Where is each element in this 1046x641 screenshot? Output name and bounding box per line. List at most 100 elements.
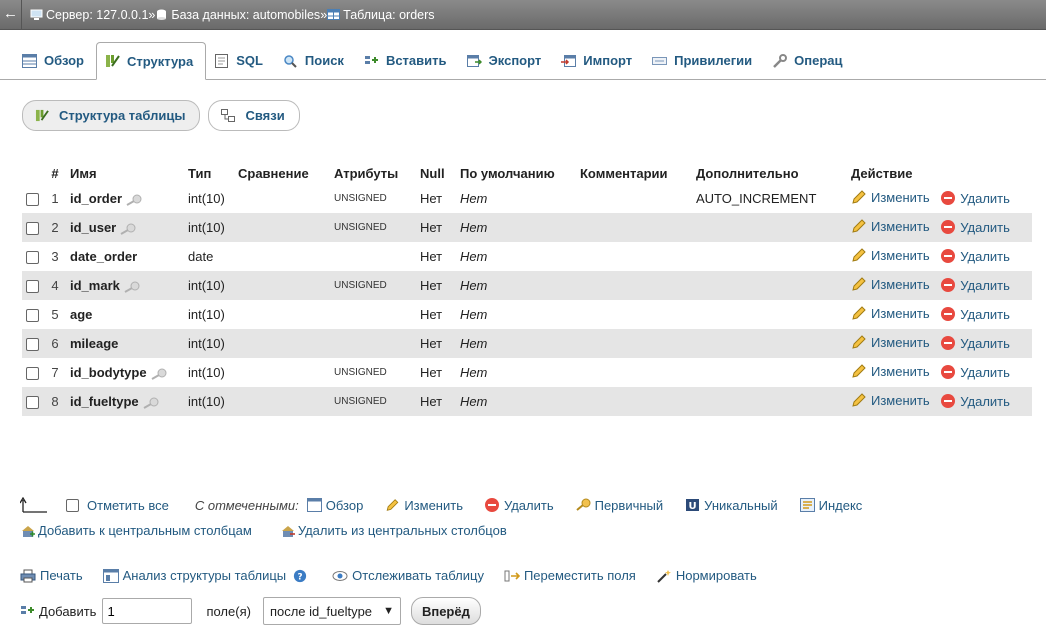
delete-link[interactable]: Удалить [941,336,1010,351]
row-checkbox[interactable] [26,367,39,381]
bulk-browse-button[interactable]: Обзор [306,498,363,513]
check-all-checkbox[interactable] [66,498,79,512]
header-comments[interactable]: Комментарии [576,162,692,184]
header-default[interactable]: По умолчанию [456,162,576,184]
tab-browse[interactable]: Обзор [14,42,96,79]
print-button[interactable]: Печать [20,568,83,583]
tab-operations[interactable]: Операц [764,42,854,79]
tab-search[interactable]: Поиск [275,42,356,79]
edit-label: Изменить [871,276,930,292]
analyze-structure-button[interactable]: Анализ структуры таблицы ? [102,568,313,583]
delete-label: Удалить [960,248,1010,264]
bulk-index-button[interactable]: Индекс [799,498,862,513]
track-table-button[interactable]: Отслеживать таблицу [332,568,484,583]
row-actions: Изменить Удалить [847,271,1032,300]
structure-icon [35,109,49,122]
add-central-columns-button[interactable]: Добавить к центральным столбцам [20,523,252,538]
row-checkbox[interactable] [26,309,39,323]
pencil-icon [386,499,399,511]
column-collation [234,329,330,358]
position-select[interactable]: после id_fueltype ▼ [262,597,401,625]
breadcrumb-server[interactable]: Сервер: 127.0.0.1 [30,8,148,22]
edit-link[interactable]: Изменить [851,392,930,408]
column-type: int(10) [184,387,234,416]
delete-label: Удалить [960,393,1010,409]
tab-export[interactable]: Экспорт [459,42,554,79]
row-checkbox[interactable] [26,280,39,294]
edit-link[interactable]: Изменить [851,305,930,321]
column-count-input[interactable] [102,598,193,624]
tab-structure[interactable]: Структура [96,42,207,80]
back-arrow-icon[interactable]: ← [0,0,22,30]
unique-icon: U [686,499,700,512]
remove-central-columns-button[interactable]: Удалить из центральных столбцов [280,523,507,538]
breadcrumb-database[interactable]: База данных: automobiles [155,8,320,22]
delete-link[interactable]: Удалить [941,191,1010,206]
row-checkbox[interactable] [26,222,39,236]
column-null: Нет [416,271,456,300]
normalize-button[interactable]: Нормировать [656,568,757,583]
breadcrumb-database-label[interactable]: База данных: automobiles [171,8,320,22]
column-name: id_user [70,220,117,235]
tab-insert[interactable]: Вставить [356,42,459,79]
check-all[interactable]: Отметить все [66,498,169,513]
bulk-change-button[interactable]: Изменить [385,498,463,513]
row-number: 7 [51,365,59,380]
row-checkbox[interactable] [26,396,39,410]
row-name-cell: date_order [66,242,184,271]
subtab-relations[interactable]: Связи [208,100,300,131]
header-null[interactable]: Null [416,162,456,184]
delete-link[interactable]: Удалить [941,394,1010,409]
row-actions: Изменить Удалить [847,358,1032,387]
sql-icon [215,53,229,68]
server-icon [30,9,43,20]
chevron-down-icon: ▼ [383,605,394,617]
tab-search-label: Поиск [304,53,344,68]
header-collation[interactable]: Сравнение [234,162,330,184]
delete-link[interactable]: Удалить [941,249,1010,264]
row-number: 6 [44,329,66,358]
bulk-primary-button[interactable]: Первичный [575,498,663,513]
column-comments [576,213,692,242]
edit-link[interactable]: Изменить [851,247,930,263]
row-checkbox[interactable] [26,338,39,352]
bulk-drop-button[interactable]: Удалить [484,498,554,513]
delete-link[interactable]: Удалить [941,307,1010,322]
breadcrumb-table-label[interactable]: Таблица: orders [343,8,434,22]
tab-privileges[interactable]: Привилегии [644,42,764,79]
add-columns-label: Добавить [39,603,97,619]
header-type[interactable]: Тип [184,162,234,184]
bulk-unique-button[interactable]: U Уникальный [685,498,778,513]
tab-sql[interactable]: SQL [206,42,275,79]
columns-unit-label: поле(я) [206,603,251,619]
move-columns-button[interactable]: Переместить поля [504,568,636,583]
edit-link[interactable]: Изменить [851,334,930,350]
delete-icon [941,249,956,263]
check-all-label[interactable]: Отметить все [87,498,169,513]
header-name[interactable]: Имя [66,162,184,184]
delete-link[interactable]: Удалить [941,278,1010,293]
edit-link[interactable]: Изменить [851,276,930,292]
row-name-cell: id_fueltype [66,387,184,416]
edit-link[interactable]: Изменить [851,189,930,205]
help-icon[interactable]: ? [292,569,308,583]
column-extra [692,271,847,300]
delete-link[interactable]: Удалить [941,220,1010,235]
subtab-table-structure[interactable]: Структура таблицы [22,100,201,131]
delete-link[interactable]: Удалить [941,365,1010,380]
table-tools: Печать Анализ структуры таблицы ? Отслеж… [20,568,777,583]
edit-link[interactable]: Изменить [851,218,930,234]
row-checkbox-cell [22,242,44,271]
tab-import[interactable]: Импорт [553,42,644,79]
breadcrumb-server-label[interactable]: Сервер: 127.0.0.1 [46,8,148,22]
table-row: 3 date_order date Нет Нет Изменить Удали… [22,242,1032,271]
edit-label: Изменить [871,363,930,379]
row-checkbox[interactable] [26,193,39,207]
row-checkbox-cell [22,358,44,387]
header-extra[interactable]: Дополнительно [692,162,847,184]
header-attributes[interactable]: Атрибуты [330,162,416,184]
go-button[interactable]: Вперёд [410,597,481,625]
breadcrumb-table[interactable]: Таблица: orders [327,8,435,22]
row-checkbox[interactable] [26,251,39,265]
edit-link[interactable]: Изменить [851,363,930,379]
